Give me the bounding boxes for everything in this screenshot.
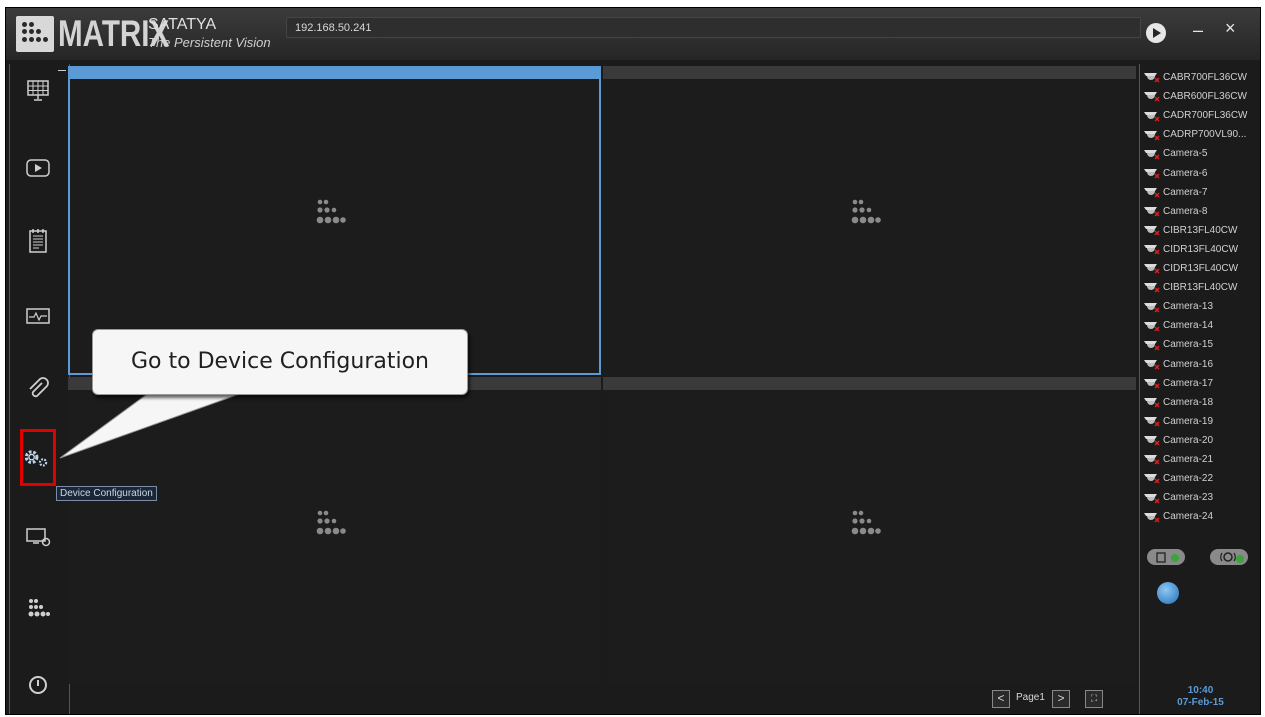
callout-box: Go to Device Configuration <box>92 329 468 395</box>
